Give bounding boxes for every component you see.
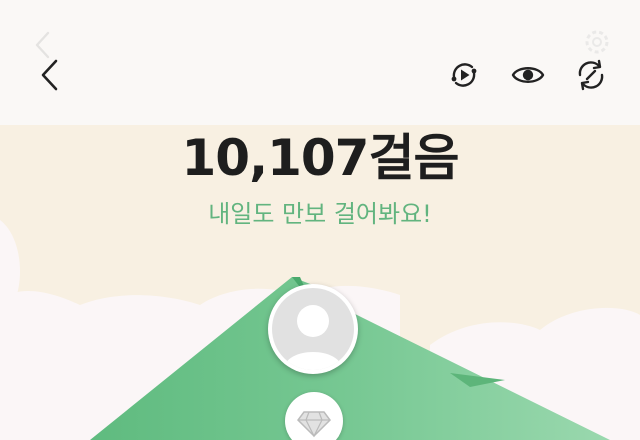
eye-icon <box>511 67 545 83</box>
step-count: 10,107걸음 <box>181 129 460 187</box>
refresh-icon <box>578 59 604 91</box>
diamond-icon <box>297 411 331 438</box>
chevron-left-icon <box>41 59 58 91</box>
ghost-gear-icon <box>585 30 609 54</box>
eye-button[interactable] <box>510 57 546 93</box>
profile-avatar[interactable] <box>268 284 358 374</box>
top-bar <box>0 0 640 125</box>
default-avatar-icon <box>284 305 342 370</box>
motto-text: 내일도 만보 걸어봐요! <box>208 200 432 228</box>
walk-result-screen: 10,107걸음 내일도 만보 걸어봐요! <box>0 0 640 440</box>
back-button[interactable] <box>34 55 70 95</box>
refresh-button[interactable] <box>573 57 609 93</box>
rank-badge[interactable] <box>285 392 343 440</box>
replay-icon <box>451 63 477 87</box>
replay-button[interactable] <box>446 57 482 93</box>
